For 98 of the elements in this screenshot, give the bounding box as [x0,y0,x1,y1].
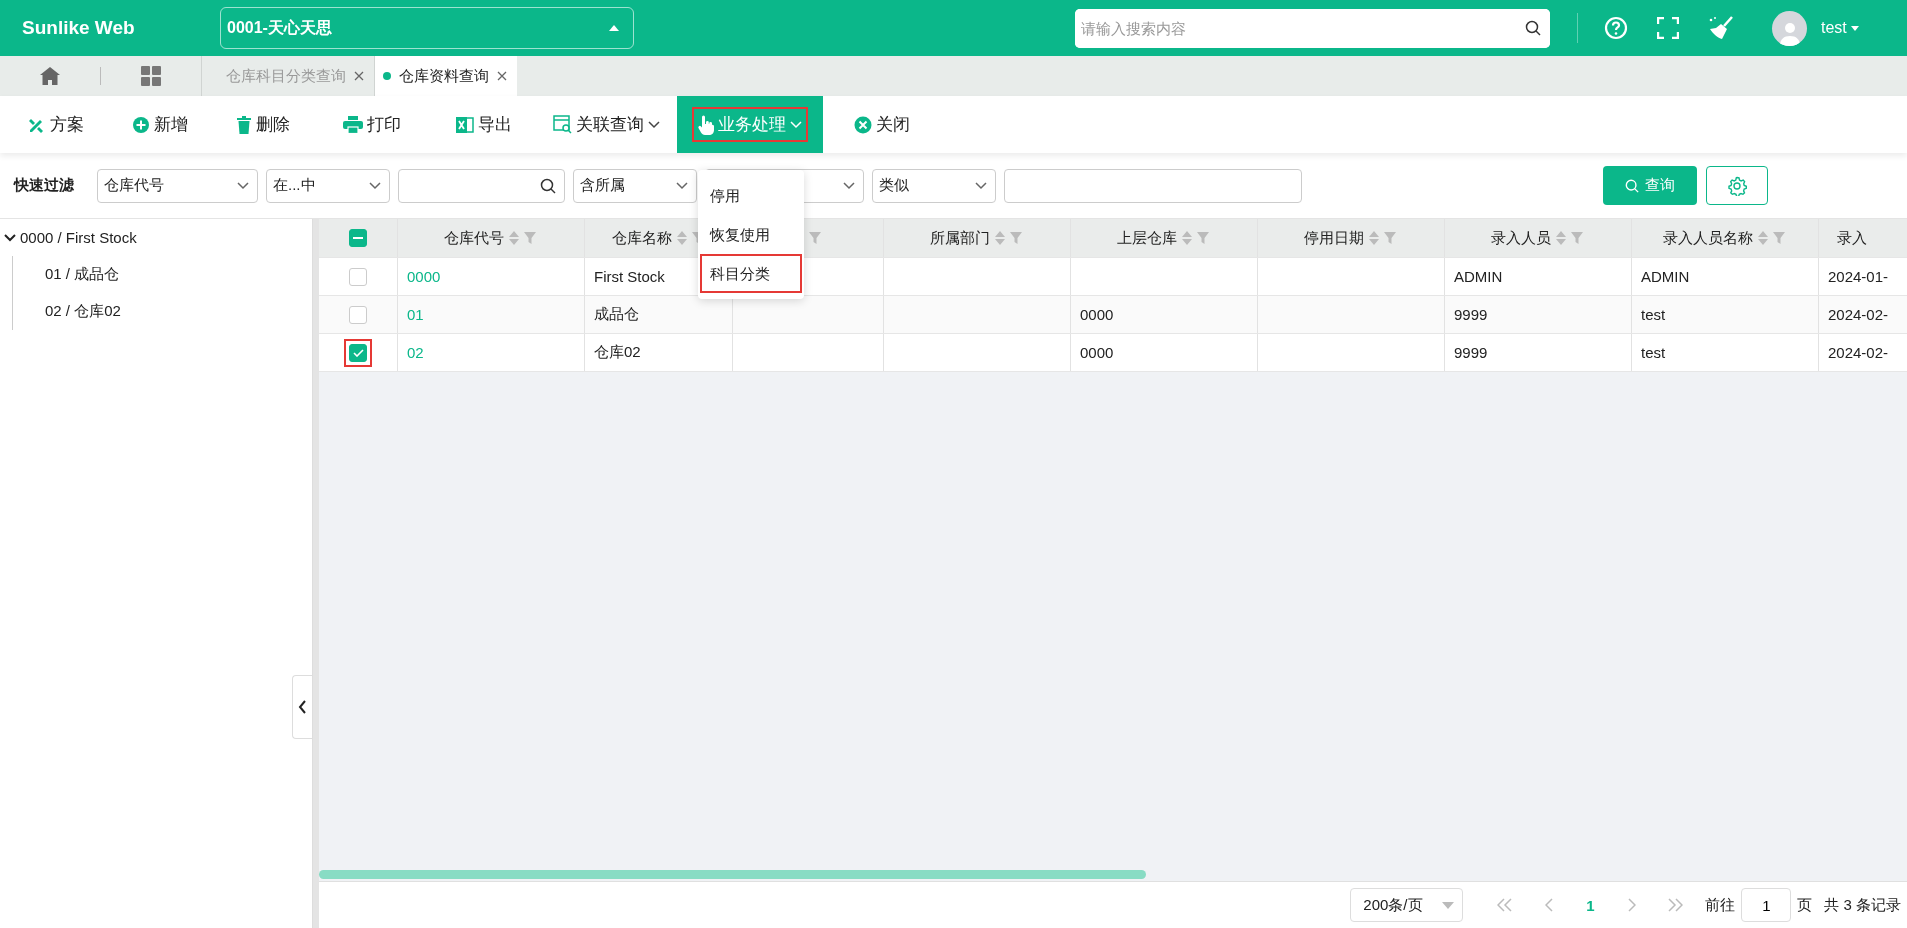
chevron-down-icon [790,120,802,129]
chevron-down-icon [975,181,987,190]
toolbar-button[interactable]: 新增 [126,96,230,153]
settings-button[interactable] [1706,166,1768,205]
search-icon [540,177,556,194]
table-cell: 0000 [1080,344,1114,361]
sort-filter-icon[interactable] [1368,230,1398,246]
filter-select[interactable]: 仓库代号 [97,168,258,203]
tree-node[interactable]: 02 / 仓库02 [13,293,312,330]
toolbar-button[interactable]: 方案 [22,96,126,153]
column-header[interactable]: 上层仓库 [1117,228,1177,248]
tab[interactable]: 仓库资料查询 [374,56,517,96]
search-icon [1525,19,1541,36]
app-logo: Sunlike Web [22,17,136,39]
filter-select[interactable]: 类似 [872,168,996,203]
check-icon [352,348,364,357]
sort-filter-icon[interactable] [1757,230,1787,246]
table-cell: 0000 [1080,306,1114,323]
column-header[interactable]: 录入 [1837,228,1867,248]
scrollbar-thumb[interactable] [319,870,1146,879]
close-icon[interactable] [497,71,507,81]
checkbox[interactable] [344,338,372,367]
help-icon[interactable] [1604,16,1628,40]
table-cell: 成品仓 [594,305,639,324]
sort-filter-icon[interactable] [994,230,1024,246]
total-records: 共 3 条记录 [1824,895,1901,915]
table-cell: test [1641,306,1666,323]
table-cell: test [1641,344,1666,361]
grid-icon[interactable] [141,66,161,86]
dash-icon [353,237,363,239]
chevron-left-icon [298,700,307,714]
filter-input[interactable] [1004,168,1302,203]
column-header[interactable]: 录入人员名称 [1663,228,1753,248]
caret-down-icon [1442,901,1455,909]
caret-up-icon [609,25,619,31]
menu-item[interactable]: 科目分类 [700,254,802,293]
column-header[interactable]: 仓库名称 [611,228,672,248]
sort-filter-icon[interactable] [1181,230,1211,246]
table-cell: ADMIN [1641,268,1690,285]
sort-filter-icon[interactable] [508,230,538,246]
close-icon[interactable] [354,71,364,81]
chevron-down-icon [843,181,855,190]
filter-select[interactable]: 在...中 [266,168,390,203]
search-icon [1625,178,1639,193]
table-cell: 2024-02- [1828,306,1889,323]
chevron-down-icon [237,181,249,190]
table-cell: 9999 [1454,306,1488,323]
window-search-icon [553,115,572,134]
caret-down-icon[interactable] [1850,25,1859,31]
menu-item[interactable]: 恢复使用 [700,215,802,254]
column-header[interactable]: 所属部门 [930,228,990,248]
column-header[interactable]: 停用日期 [1304,228,1364,248]
page-unit: 页 [1797,895,1813,915]
chevron-right-icon [1626,898,1636,912]
spreadsheet-icon [456,115,474,134]
trash-icon [236,115,252,134]
table-cell: 仓库02 [594,343,641,362]
table-cell: 2024-02- [1828,344,1889,361]
tree-node[interactable]: 01 / 成品仓 [13,256,312,293]
chevron-down-icon[interactable] [4,231,16,244]
toolbar-button[interactable]: 删除 [230,96,337,153]
toolbar-button[interactable]: 关联查询 [547,96,677,153]
broom-icon[interactable] [1708,16,1734,40]
home-icon[interactable] [40,67,60,85]
double-chevron-right-icon [1667,898,1684,912]
tree-node[interactable]: 0000 / First Stock [0,219,312,256]
toolbar-button[interactable]: 关闭 [848,96,916,153]
filter-select[interactable]: 含所属 [573,168,697,203]
menu-item[interactable]: 停用 [700,176,802,215]
toolbar-button[interactable]: 打印 [337,96,450,153]
table-cell: 2024-01- [1828,268,1889,285]
page-input[interactable]: 1 [1741,888,1792,922]
pointing-hand-icon [698,114,714,135]
status-dot [383,72,391,80]
fullscreen-icon[interactable] [1657,17,1679,39]
table-cell: ADMIN [1454,268,1503,285]
chevron-down-icon [676,181,688,190]
collapse-handle[interactable] [292,675,312,739]
search-field[interactable] [398,168,565,203]
page-size-select[interactable]: 200条/页 [1350,888,1464,922]
printer-icon [343,115,363,134]
column-header[interactable]: 录入人员 [1491,228,1551,248]
avatar-icon[interactable] [1772,10,1807,46]
toolbar-button[interactable]: 导出 [450,96,547,153]
filter-label: 快速过滤 [14,176,75,195]
table-cell: 9999 [1454,344,1488,361]
plus-circle-icon [132,115,150,134]
settings-icon [1727,175,1747,196]
double-chevron-left-icon [1497,898,1514,912]
chevron-down-icon [369,181,381,190]
chevron-left-icon [1544,898,1554,912]
table-cell: First Stock [594,268,665,285]
column-header[interactable]: 仓库代号 [444,228,504,248]
search-field[interactable]: 请输入搜索内容 [1075,8,1550,48]
goto-label: 前往 [1705,895,1736,915]
close-icon [854,115,872,134]
chevron-down-icon [648,120,660,129]
sort-filter-icon[interactable] [1555,230,1585,246]
